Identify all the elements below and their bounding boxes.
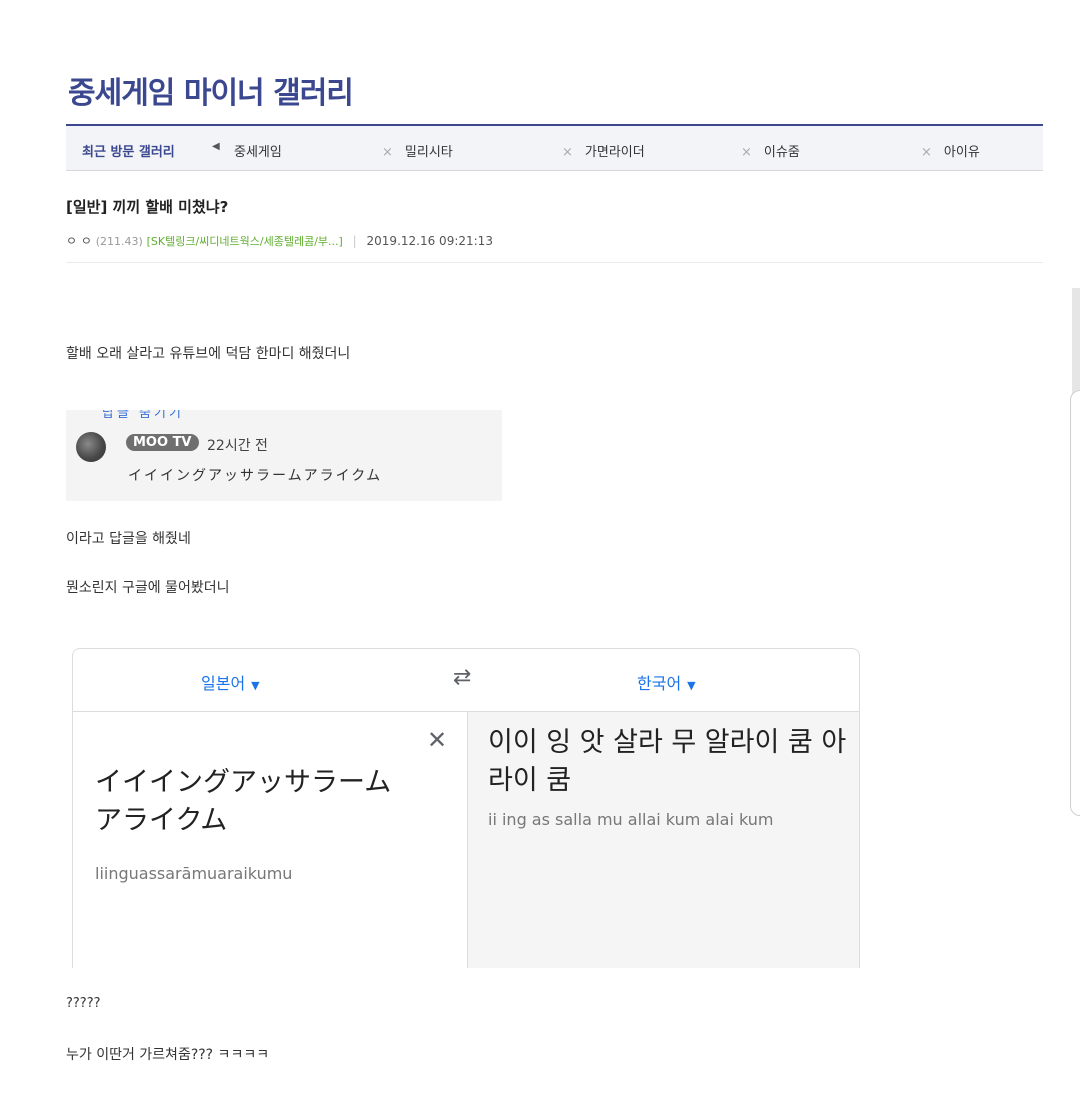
recent-item-label[interactable]: 밀리시타 xyxy=(405,145,453,160)
content-line-4: ????? xyxy=(66,996,101,1011)
swap-icon: ⇄ xyxy=(453,665,472,690)
recent-item-label[interactable]: 아이유 xyxy=(944,145,980,160)
target-language-label: 한국어 xyxy=(637,674,682,693)
post-meta: ㅇ ㅇ (211.43) [SK텔링크/씨디네트웍스/세종텔레콤/부...] |… xyxy=(66,232,493,249)
avatar xyxy=(76,432,106,462)
recent-item-4[interactable]: × 이슈줌 xyxy=(741,141,800,160)
recent-item-2[interactable]: × 밀리시타 xyxy=(382,141,453,160)
recent-prev-arrow-icon[interactable]: ◀ xyxy=(212,141,220,152)
source-text: イイイングアッサラームアライクム xyxy=(95,767,392,836)
recent-item-3[interactable]: × 가면라이더 xyxy=(562,141,645,160)
remove-recent-icon[interactable]: × xyxy=(382,145,393,160)
source-romanization: liinguassarāmuaraikumu xyxy=(95,864,293,883)
recent-item-label[interactable]: 중세게임 xyxy=(234,145,282,160)
post-author[interactable]: ㅇ ㅇ xyxy=(66,234,92,248)
google-translate-screenshot: 일본어 ▼ ⇄ 한국어 ▼ ✕ イイイングアッサラームアライクム liinguass… xyxy=(72,648,860,968)
source-pane: ✕ イイイングアッサラームアライクム liinguassarāmuaraikum… xyxy=(73,712,467,968)
recent-galleries-label: 최근 방문 갤러리 xyxy=(82,145,175,160)
recent-item-1[interactable]: 중세게임 xyxy=(234,141,282,160)
comment-text: イイイングアッサラームアライクム xyxy=(128,468,383,484)
target-pane: 이이 잉 앗 살라 무 알라이 쿰 아라이 쿰 ii ing as salla … xyxy=(467,712,859,968)
remove-recent-icon[interactable]: × xyxy=(562,145,573,160)
comment-author-badge: MOO TV xyxy=(126,434,199,451)
recent-item-5[interactable]: × 아이유 xyxy=(921,141,980,160)
recent-galleries-bar: 최근 방문 갤러리 ◀ 중세게임 × 밀리시타 × 가면라이더 × 이슈줌 × 아이유 xyxy=(66,124,1043,171)
content-line-3: 뭔소린지 구글에 물어봤더니 xyxy=(66,580,230,596)
content-line-1: 할배 오래 살라고 유튜브에 덕담 한마디 해줬더니 xyxy=(66,346,351,362)
remove-recent-icon[interactable]: × xyxy=(921,145,932,160)
chevron-down-icon: ▼ xyxy=(687,679,696,692)
post-isp: [SK텔링크/씨디네트웍스/세종텔레콤/부...] xyxy=(146,235,343,248)
target-language: 한국어 ▼ xyxy=(637,670,696,694)
meta-separator: | xyxy=(352,234,357,248)
recent-item-label[interactable]: 가면라이더 xyxy=(585,145,645,160)
remove-recent-icon[interactable]: × xyxy=(741,145,752,160)
language-bar: 일본어 ▼ ⇄ 한국어 ▼ xyxy=(73,649,859,712)
scrollbar[interactable] xyxy=(1072,288,1080,398)
target-text: 이이 잉 앗 살라 무 알라이 쿰 아라이 쿰 xyxy=(488,727,847,796)
comment-time: 22시간 전 xyxy=(207,438,268,454)
content-line-2: 이라고 답글을 해줬네 xyxy=(66,531,191,547)
source-language: 일본어 ▼ xyxy=(201,670,260,694)
gallery-title[interactable]: 중세게임 마이너 갤러리 xyxy=(68,68,354,112)
post-ip: (211.43) xyxy=(95,235,143,248)
youtube-comment-screenshot: 답글 숨기기 MOO TV 22시간 전 イイイングアッサラームアライクム xyxy=(66,410,502,501)
side-panel xyxy=(1070,390,1080,816)
post-date: 2019.12.16 09:21:13 xyxy=(366,234,493,248)
chevron-down-icon: ▼ xyxy=(251,679,260,692)
content-line-5: 누가 이딴거 가르쳐줌??? ㅋㅋㅋㅋ xyxy=(66,1047,270,1063)
comment-cut-text: 답글 숨기기 xyxy=(102,410,184,421)
target-romanization: ii ing as salla mu allai kum alai kum xyxy=(488,810,774,829)
post-title: [일반] 끼끼 할배 미쳤냐? xyxy=(66,198,229,216)
source-language-label: 일본어 xyxy=(201,674,246,693)
close-icon: ✕ xyxy=(427,726,448,754)
meta-divider xyxy=(66,262,1043,263)
recent-item-label[interactable]: 이슈줌 xyxy=(764,145,800,160)
